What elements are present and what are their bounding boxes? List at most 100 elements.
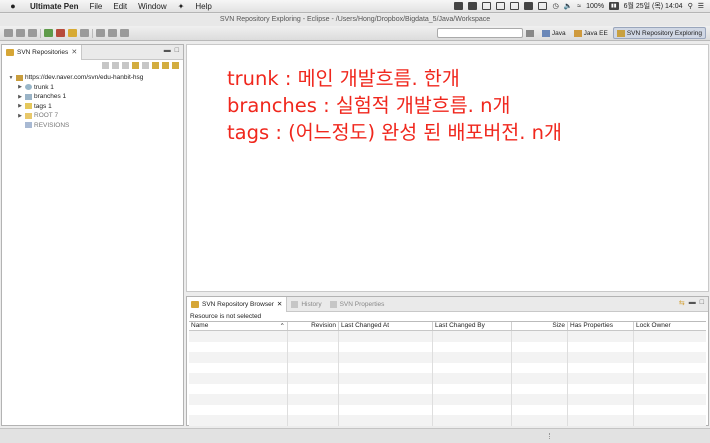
view-tab-bar: SVN Repositories ✕ ▬ □ — [2, 44, 183, 60]
filter-icon[interactable] — [172, 62, 179, 69]
properties-icon — [329, 300, 337, 308]
evernote-icon[interactable]: ✦ — [178, 2, 185, 11]
maximize-icon[interactable]: □ — [175, 47, 179, 54]
perspective-java[interactable]: Java — [539, 27, 569, 39]
screen-icon[interactable] — [496, 2, 506, 10]
tab-label: SVN Properties — [339, 300, 385, 308]
column-lock-owner[interactable]: Lock Owner — [634, 322, 706, 330]
column-last-changed-at[interactable]: Last Changed At — [339, 322, 433, 330]
tree-item-root-folder[interactable]: ▶ ROOT 7 — [8, 111, 183, 121]
tab-svn-repositories[interactable]: SVN Repositories ✕ — [2, 44, 83, 60]
time-machine-icon[interactable]: ◷ — [552, 2, 558, 10]
apple-icon[interactable]: ● — [6, 1, 20, 11]
collapsed-icon[interactable]: ▶ — [17, 113, 23, 119]
back-icon[interactable] — [108, 28, 117, 37]
browser-table: Name ⌃ Revision Last Changed At Last Chan… — [189, 321, 706, 426]
tab-history[interactable]: History — [287, 297, 325, 312]
column-has-properties[interactable]: Has Properties — [568, 322, 634, 330]
list-icon[interactable]: ☰ — [698, 2, 704, 10]
branch-icon — [25, 93, 32, 100]
collapse-icon[interactable] — [102, 62, 109, 69]
column-last-changed-by[interactable]: Last Changed By — [433, 322, 512, 330]
link-icon[interactable] — [132, 62, 139, 69]
menu-help[interactable]: Help — [195, 2, 211, 11]
battery-icon[interactable]: ▮▮ — [609, 2, 619, 10]
tab-svn-properties[interactable]: SVN Properties — [326, 297, 389, 312]
menu-bar: ● Ultimate Pen File Edit Window ✦ Help ◷… — [0, 0, 710, 13]
svn-icon — [616, 29, 625, 37]
sync-icon[interactable]: ⇆ — [679, 299, 685, 307]
tree-item-label: REVISIONS — [34, 121, 70, 129]
airplay-icon[interactable] — [510, 2, 520, 10]
java-icon — [541, 29, 550, 37]
new-icon[interactable] — [4, 28, 13, 37]
app-name[interactable]: Ultimate Pen — [30, 2, 78, 11]
column-size[interactable]: Size — [512, 322, 568, 330]
menu-file[interactable]: File — [89, 2, 102, 11]
tree-item-trunk[interactable]: ▶ trunk 1 — [8, 83, 183, 93]
volume-icon[interactable]: 🔈 — [564, 2, 573, 10]
run-icon[interactable] — [44, 28, 53, 37]
bluetooth-icon[interactable] — [538, 2, 548, 10]
collapsed-icon[interactable]: ▶ — [17, 103, 23, 109]
toolbar-separator — [92, 28, 93, 38]
perspective-java-ee[interactable]: Java EE — [571, 27, 611, 39]
tree-item-label: https://dev.naver.com/svn/edu-hanbit-hsg — [25, 74, 144, 82]
refresh-icon[interactable] — [142, 62, 149, 69]
evernote-tray-icon[interactable] — [524, 2, 534, 10]
repository-icon — [16, 74, 23, 81]
tree-item-root[interactable]: ▼ https://dev.naver.com/svn/edu-hanbit-h… — [8, 73, 183, 83]
perspective-label: Java — [551, 29, 566, 37]
close-icon[interactable]: ✕ — [71, 48, 77, 56]
column-revision[interactable]: Revision — [288, 322, 339, 330]
table-row — [189, 362, 706, 373]
window-icon[interactable] — [482, 2, 492, 10]
sort-icon: ⌃ — [279, 323, 285, 330]
annotation-text: trunk : 메인 개발흐름. 한개 branches : 실험적 개발흐름.… — [227, 65, 562, 146]
back-nav-icon[interactable] — [112, 62, 119, 69]
new-location-icon[interactable] — [152, 62, 159, 69]
window-title: SVN Repository Exploring - Eclipse - /Us… — [0, 14, 710, 26]
menu-window[interactable]: Window — [138, 2, 166, 11]
search-icon[interactable]: ⚲ — [688, 2, 693, 10]
collapsed-icon[interactable]: ▶ — [17, 84, 23, 90]
dropbox-icon[interactable] — [454, 2, 464, 10]
tree-item-revisions[interactable]: REVISIONS — [8, 121, 183, 131]
forward-icon[interactable] — [120, 28, 129, 37]
forward-nav-icon[interactable] — [122, 62, 129, 69]
browser-icon — [191, 300, 199, 308]
svn-repositories-view: SVN Repositories ✕ ▬ □ ▼ https://dev.nav… — [1, 44, 184, 426]
close-icon[interactable]: ✕ — [277, 300, 282, 308]
tree-item-label: trunk 1 — [34, 83, 54, 91]
checkout-icon[interactable] — [162, 62, 169, 69]
tree-item-branches[interactable]: ▶ branches 1 — [8, 92, 183, 102]
maximize-icon[interactable]: □ — [700, 299, 704, 307]
perspective-svn[interactable]: SVN Repository Exploring — [612, 27, 706, 39]
save-icon[interactable] — [16, 28, 25, 37]
column-name[interactable]: Name ⌃ — [189, 322, 288, 330]
open-folder-icon[interactable] — [68, 28, 77, 37]
clock[interactable]: 6월 25일 (목) 14:04 — [624, 1, 683, 11]
wifi-icon[interactable]: ≈ — [577, 3, 581, 10]
minimize-icon[interactable]: ▬ — [164, 47, 171, 54]
open-perspective-button[interactable] — [523, 27, 537, 39]
annotation-icon[interactable] — [96, 28, 105, 37]
history-icon — [291, 300, 299, 308]
table-row — [189, 383, 706, 394]
tab-svn-repository-browser[interactable]: SVN Repository Browser ✕ — [187, 296, 288, 312]
menu-edit[interactable]: Edit — [113, 2, 127, 11]
collapsed-icon[interactable]: ▶ — [17, 94, 23, 100]
minimize-icon[interactable]: ▬ — [689, 299, 696, 307]
save-all-icon[interactable] — [28, 28, 37, 37]
quick-access-input[interactable] — [437, 28, 523, 38]
tree-item-tags[interactable]: ▶ tags 1 — [8, 102, 183, 112]
expanded-icon[interactable]: ▼ — [8, 75, 14, 81]
tag-icon — [25, 103, 32, 110]
battery-percent: 100% — [586, 2, 605, 10]
debug-icon[interactable] — [56, 28, 65, 37]
table-row — [189, 352, 706, 363]
tool-icon[interactable] — [468, 2, 478, 10]
search-tool-icon[interactable] — [80, 28, 89, 37]
column-label: Name — [191, 322, 209, 329]
tree-item-label: tags 1 — [34, 102, 52, 110]
